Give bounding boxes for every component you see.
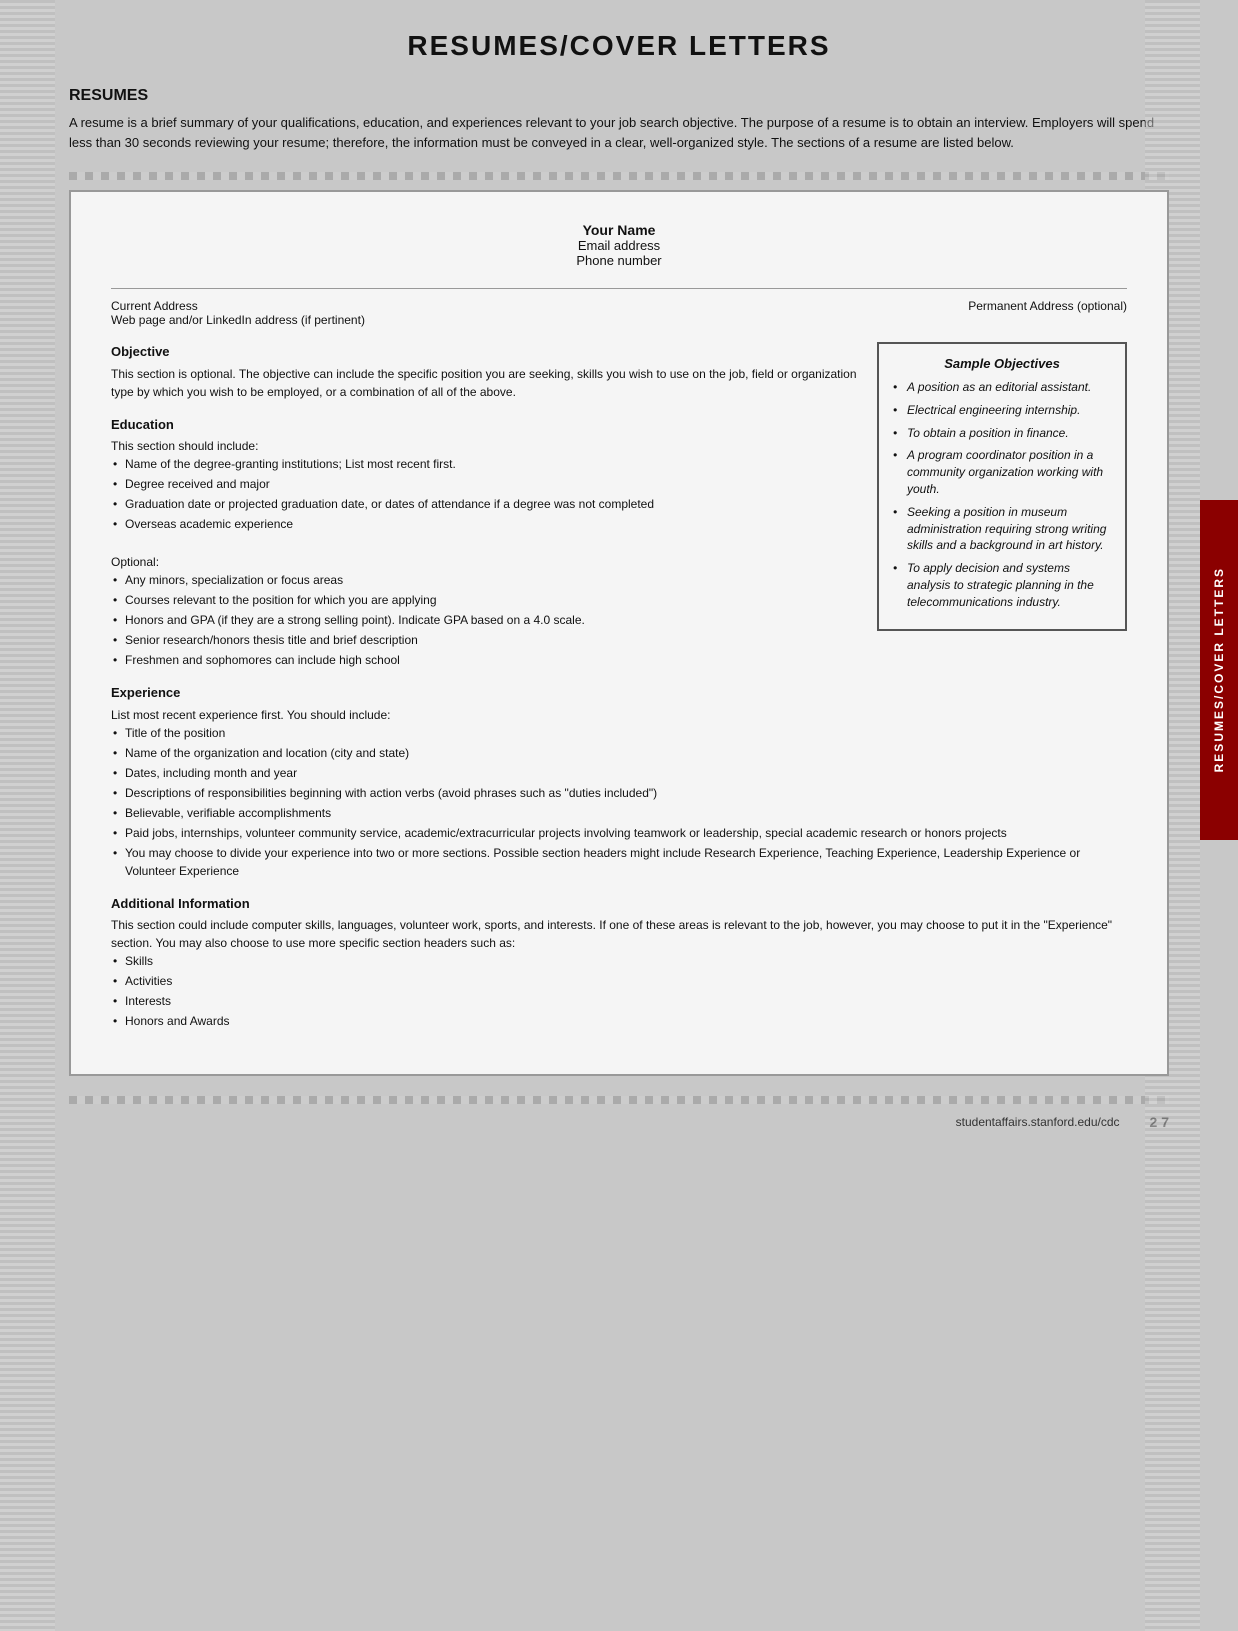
resume-address-left: Current Address Web page and/or LinkedIn… [111,299,365,327]
side-tab: RESUMES/COVER LETTERS [1200,500,1238,840]
current-address-label: Current Address [111,299,365,313]
page-title: RESUMES/COVER LETTERS [69,30,1169,62]
optional-bullet-2: Courses relevant to the position for whi… [111,591,857,609]
add-bullet-4: Honors and Awards [111,1012,1127,1030]
side-tab-text: RESUMES/COVER LETTERS [1212,567,1226,772]
optional-bullet-5: Freshmen and sophomores can include high… [111,651,857,669]
sample-obj-4: A program coordinator position in a comm… [893,447,1111,497]
optional-bullet-1: Any minors, specialization or focus area… [111,571,857,589]
left-decorative-strip [0,0,55,1631]
decorative-top-border [69,172,1169,180]
experience-intro: List most recent experience first. You s… [111,706,1127,724]
education-section: Education This section should include: N… [111,415,857,670]
page-footer: studentaffairs.stanford.edu/cdc 2 7 [69,1114,1169,1130]
add-bullet-3: Interests [111,992,1127,1010]
additional-info-bullets: Skills Activities Interests Honors and A… [111,952,1127,1030]
education-bullet-2: Degree received and major [111,475,857,493]
exp-bullet-1: Title of the position [111,724,1127,742]
exp-bullet-2: Name of the organization and location (c… [111,744,1127,762]
resumes-heading: RESUMES [69,87,1169,105]
experience-section: Experience List most recent experience f… [111,683,1127,880]
experience-title: Experience [111,683,1127,703]
sample-objectives-title: Sample Objectives [893,356,1111,371]
resume-phone: Phone number [111,253,1127,268]
sample-obj-6: To apply decision and systems analysis t… [893,560,1111,610]
sample-obj-5: Seeking a position in museum administrat… [893,504,1111,554]
sample-obj-2: Electrical engineering internship. [893,402,1111,419]
intro-text: A resume is a brief summary of your qual… [69,113,1169,152]
sample-obj-1: A position as an editorial assistant. [893,379,1111,396]
education-title: Education [111,415,857,435]
education-bullet-1: Name of the degree-granting institutions… [111,455,857,473]
decorative-bottom-border [69,1096,1169,1104]
sample-obj-3: To obtain a position in finance. [893,425,1111,442]
education-bullet-4: Overseas academic experience [111,515,857,533]
footer-url: studentaffairs.stanford.edu/cdc [956,1115,1120,1129]
education-bullet-3: Graduation date or projected graduation … [111,495,857,513]
education-bullets: Name of the degree-granting institutions… [111,455,857,533]
exp-bullet-3: Dates, including month and year [111,764,1127,782]
resume-address-right: Permanent Address (optional) [968,299,1127,327]
objective-title: Objective [111,342,857,362]
exp-bullet-7: You may choose to divide your experience… [111,844,1127,880]
exp-bullet-4: Descriptions of responsibilities beginni… [111,784,1127,802]
sample-objectives-box: Sample Objectives A position as an edito… [877,342,1127,631]
additional-info-section: Additional Information This section coul… [111,894,1127,1031]
resume-email: Email address [111,238,1127,253]
optional-bullets: Any minors, specialization or focus area… [111,571,857,669]
experience-bullets: Title of the position Name of the organi… [111,724,1127,880]
optional-label: Optional: [111,553,857,571]
additional-info-title: Additional Information [111,894,1127,914]
additional-info-body: This section could include computer skil… [111,916,1127,952]
sample-objectives-list: A position as an editorial assistant. El… [893,379,1111,611]
resume-template-box: Your Name Email address Phone number Cur… [69,190,1169,1076]
resume-header: Your Name Email address Phone number [111,222,1127,268]
objective-section: Objective This section is optional. The … [111,342,1127,683]
optional-bullet-4: Senior research/honors thesis title and … [111,631,857,649]
sample-objectives-column: Sample Objectives A position as an edito… [877,342,1127,683]
resume-name: Your Name [111,222,1127,238]
add-bullet-1: Skills [111,952,1127,970]
optional-bullet-3: Honors and GPA (if they are a strong sel… [111,611,857,629]
education-intro: This section should include: [111,437,857,455]
objective-body: This section is optional. The objective … [111,365,857,401]
permanent-address-label: Permanent Address (optional) [968,299,1127,313]
exp-bullet-5: Believable, verifiable accomplishments [111,804,1127,822]
web-address: Web page and/or LinkedIn address (if per… [111,313,365,327]
objective-content: Objective This section is optional. The … [111,342,857,401]
exp-bullet-6: Paid jobs, internships, volunteer commun… [111,824,1127,842]
objective-left-col: Objective This section is optional. The … [111,342,857,683]
add-bullet-2: Activities [111,972,1127,990]
resume-address-row: Current Address Web page and/or LinkedIn… [111,288,1127,327]
